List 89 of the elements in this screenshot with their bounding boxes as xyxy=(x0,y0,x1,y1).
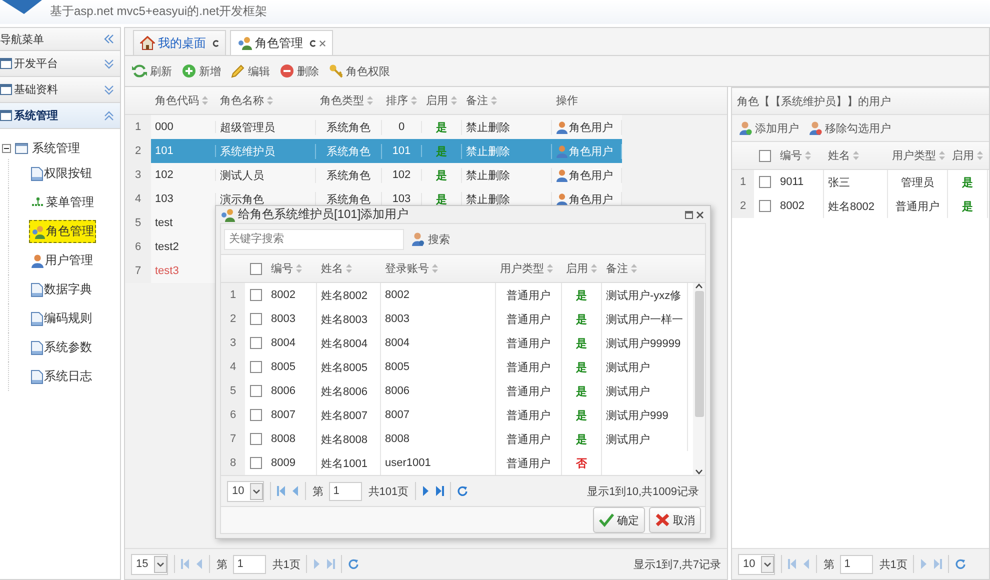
table-cell: 是 xyxy=(562,283,602,307)
table-cell: 测试人员 xyxy=(216,168,316,182)
table-cell: 是 xyxy=(422,120,462,134)
table-cell: 测试用户 xyxy=(602,427,688,451)
table-cell: 8008 xyxy=(267,427,317,451)
sidebar-title: 导航菜单 xyxy=(0,32,44,46)
table-cell: 姓名8006 xyxy=(317,379,381,403)
table-cell: 张三 xyxy=(824,170,888,194)
table-cell: 是 xyxy=(422,144,462,158)
table-cell: 8004 xyxy=(267,331,317,355)
table-cell: 测试用户-yxz修 xyxy=(602,283,688,307)
table-cell: 8007 xyxy=(267,403,317,427)
table-cell: 系统角色 xyxy=(316,144,382,158)
table-cell: 测试用户99999 xyxy=(602,331,688,355)
page-label: 第 xyxy=(823,558,834,572)
table-cell: 8008 xyxy=(381,427,496,451)
table-cell: 姓名8005 xyxy=(317,355,381,379)
table-cell: 是 xyxy=(422,168,462,182)
table-cell: 系统角色 xyxy=(316,120,382,134)
table-cell: 101 xyxy=(382,145,422,157)
table-cell: 超级管理员 xyxy=(216,120,316,134)
table-cell: 管理员 xyxy=(888,170,948,194)
table-cell: 102 xyxy=(151,169,216,181)
total-pages: 共1页 xyxy=(879,558,908,572)
page-label: 第 xyxy=(216,558,228,572)
table-cell: 测试用户999 xyxy=(602,403,688,427)
record-summary: 显示1到7,共7记录 xyxy=(634,558,721,572)
table-cell: 普通用户 xyxy=(496,379,562,403)
table-cell: 101 xyxy=(151,145,216,157)
row-number: 6 xyxy=(221,403,245,427)
table-cell: 9011 xyxy=(776,170,824,194)
table-cell: 8003 xyxy=(267,307,317,331)
table-cell: 8004 xyxy=(381,331,496,355)
table-cell: 8002 xyxy=(776,194,824,218)
row-number: 5 xyxy=(221,379,245,403)
table-cell: 是 xyxy=(562,307,602,331)
table-cell: 禁止删除 xyxy=(462,168,552,182)
table-cell: 系统角色 xyxy=(316,168,382,182)
table-cell: 是 xyxy=(562,427,602,451)
table-cell: 8005 xyxy=(267,355,317,379)
row-number: 8 xyxy=(221,451,245,475)
table-cell: 姓名8003 xyxy=(317,307,381,331)
table-cell: 是 xyxy=(562,379,602,403)
record-summary: 显示1到10,共1009记录 xyxy=(587,484,699,498)
panel-title: 角色【【系统维护员】】的用户 xyxy=(732,88,989,115)
table-cell: 000 xyxy=(151,121,216,133)
total-pages: 共101页 xyxy=(368,484,409,498)
row-number: 4 xyxy=(221,355,245,379)
table-cell: 8002 xyxy=(267,283,317,307)
table-cell: 禁止删除 xyxy=(462,120,552,134)
table-cell: 普通用户 xyxy=(496,307,562,331)
table-cell: 普通用户 xyxy=(496,403,562,427)
table-cell: 测试用户一样一 xyxy=(602,307,688,331)
page-label: 第 xyxy=(312,484,324,498)
table-cell: 普通用户 xyxy=(888,194,948,218)
table-cell: 测试用户 xyxy=(602,379,688,403)
row-number: 1 xyxy=(221,283,245,307)
table-cell: 测试用户 xyxy=(602,355,688,379)
table-cell: 姓名8002 xyxy=(317,283,381,307)
row-number: 3 xyxy=(221,331,245,355)
table-cell: 是 xyxy=(948,194,988,218)
table-cell: 系统维护员 xyxy=(216,144,316,158)
table-cell: 8003 xyxy=(381,307,496,331)
row-number: 2 xyxy=(732,194,754,218)
table-cell: 8002 xyxy=(381,283,496,307)
table-cell: 8006 xyxy=(267,379,317,403)
table-cell: 102 xyxy=(382,169,422,181)
app-title: 基于asp.net mvc5+easyui的.net开发框架 xyxy=(50,3,268,20)
table-cell: 普通用户 xyxy=(496,355,562,379)
table-cell: 8007 xyxy=(381,403,496,427)
row-number: 7 xyxy=(221,427,245,451)
table-cell: 8005 xyxy=(381,355,496,379)
table-cell: 是 xyxy=(562,355,602,379)
row-number: 1 xyxy=(732,170,754,194)
table-cell: 姓名8004 xyxy=(317,331,381,355)
table-cell: 禁止删除 xyxy=(462,144,552,158)
table-cell: 姓名8002 xyxy=(824,194,888,218)
table-cell: 姓名8008 xyxy=(317,427,381,451)
table-cell: 8006 xyxy=(381,379,496,403)
table-cell: 普通用户 xyxy=(496,427,562,451)
table-cell: 姓名8007 xyxy=(317,403,381,427)
row-number: 2 xyxy=(221,307,245,331)
table-cell: 是 xyxy=(948,170,988,194)
table-cell: 是 xyxy=(562,331,602,355)
table-cell: 是 xyxy=(562,403,602,427)
total-pages: 共1页 xyxy=(272,558,300,572)
table-cell: 普通用户 xyxy=(496,331,562,355)
table-cell: 普通用户 xyxy=(496,283,562,307)
table-cell: 0 xyxy=(382,121,422,133)
